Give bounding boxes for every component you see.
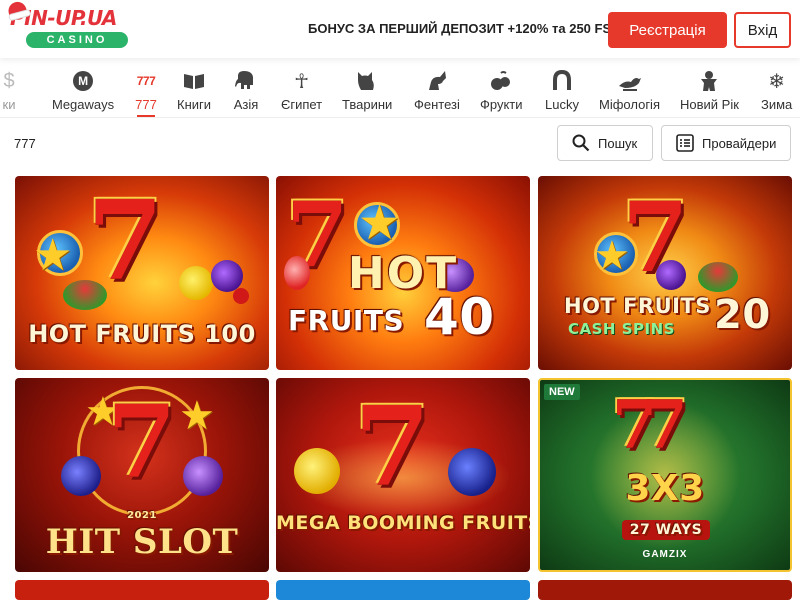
game-title: HIT SLOT — [45, 522, 239, 562]
providers-label: Провайдери — [702, 135, 777, 151]
category-item-fruits[interactable]: Фрукти — [480, 68, 523, 117]
game-card-partial[interactable] — [15, 580, 269, 600]
game-card-mega-booming-fruits[interactable]: 7 MEGA BOOMING FRUITS — [276, 378, 530, 572]
cat-icon — [354, 68, 380, 94]
register-button[interactable]: Реєстрація — [608, 12, 727, 48]
game-card-hit-slot[interactable]: ★ ★ 7 2021 HIT SLOT — [15, 378, 269, 572]
gingerbread-icon — [696, 68, 722, 94]
provider-label: GAMZIX — [642, 549, 688, 560]
search-label: Пошук — [598, 135, 638, 151]
777-icon: 777 — [136, 74, 156, 88]
category-label: Зима — [761, 97, 793, 112]
category-label: Фентезі — [414, 97, 460, 112]
snowflake-icon: ❄ — [768, 70, 786, 93]
cut-off-icon: $ — [3, 69, 15, 92]
category-label: Азія — [233, 97, 259, 112]
category-label: ки — [2, 97, 16, 112]
game-title: 3X3 — [625, 468, 705, 509]
santa-hat-icon — [6, 0, 28, 19]
category-item-megaways[interactable]: M Megaways — [52, 68, 115, 117]
providers-button[interactable]: Провайдери — [661, 125, 791, 161]
page-title: 777 — [14, 136, 36, 151]
game-title-line2: FRUITS — [288, 304, 405, 337]
category-item-egypt[interactable]: ☥ Єгипет — [281, 68, 323, 117]
category-item-winter[interactable]: ❄ Зима — [761, 68, 793, 117]
category-label: Єгипет — [281, 97, 323, 112]
category-item-777[interactable]: 777 777 — [133, 68, 159, 117]
game-number: 20 — [714, 292, 771, 338]
megaways-icon: M — [70, 68, 96, 94]
elephant-icon — [233, 68, 259, 94]
game-card-hot-fruits-20[interactable]: ★ 7 HOT FRUITS CASH SPINS 20 — [538, 176, 792, 370]
category-label: Lucky — [545, 97, 579, 112]
game-card-partial[interactable] — [276, 580, 530, 600]
game-title: HOT FRUITS 100 — [28, 320, 256, 348]
category-label: Міфологія — [599, 97, 660, 112]
category-label: Megaways — [52, 97, 115, 112]
ankh-icon: ☥ — [294, 70, 310, 93]
category-item-asia[interactable]: Азія — [233, 68, 259, 117]
game-year: 2021 — [127, 510, 157, 521]
list-icon — [676, 134, 694, 152]
game-title: MEGA BOOMING FRUITS — [276, 512, 530, 534]
category-item-lucky[interactable]: Lucky — [545, 68, 579, 117]
lamp-icon — [617, 68, 643, 94]
category-item-books[interactable]: Книги — [177, 68, 212, 117]
game-number: 40 — [424, 288, 495, 346]
category-label: Фрукти — [480, 97, 523, 112]
bonus-banner-text[interactable]: БОНУС ЗА ПЕРШИЙ ДЕПОЗИТ +120% та 250 FS — [308, 21, 611, 36]
category-label: Книги — [177, 97, 212, 112]
game-artwork: 7 — [276, 378, 530, 572]
category-label: Новий Рік — [680, 97, 739, 112]
category-label: 777 — [135, 97, 157, 112]
header: PIN-UP.UA CASINO БОНУС ЗА ПЕРШИЙ ДЕПОЗИТ… — [0, 0, 800, 58]
unicorn-icon — [424, 68, 450, 94]
category-item-cut[interactable]: $ ки — [0, 68, 22, 117]
category-item-animals[interactable]: Тварини — [342, 68, 393, 117]
game-card-hot-fruits-40[interactable]: ★ 7 HOT FRUITS 40 — [276, 176, 530, 370]
game-subtitle: CASH SPINS — [568, 320, 675, 338]
category-item-new-year[interactable]: Новий Рік — [680, 68, 739, 117]
game-title: HOT FRUITS — [564, 294, 711, 318]
search-button[interactable]: Пошук — [557, 125, 653, 161]
game-artwork: ★ 7 — [538, 176, 792, 370]
logo-subtitle: CASINO — [26, 32, 128, 48]
category-bar[interactable]: $ ки M Megaways 777 777 Книги Азія ☥ Єги… — [0, 62, 800, 118]
book-icon — [181, 68, 207, 94]
game-card-partial[interactable] — [538, 580, 792, 600]
fruits-icon — [488, 68, 514, 94]
category-item-mythology[interactable]: Міфологія — [599, 68, 660, 117]
game-card-hot-fruits-100[interactable]: ★ 7 HOT FRUITS 100 — [15, 176, 269, 370]
new-badge: NEW — [544, 384, 580, 400]
game-subtitle: 27 WAYS — [622, 520, 710, 540]
game-card-3x3-27-ways[interactable]: 77 NEW 3X3 27 WAYS GAMZIX — [538, 378, 792, 572]
login-button[interactable]: Вхід — [734, 12, 791, 48]
category-item-fantasy[interactable]: Фентезі — [414, 68, 460, 117]
search-icon — [572, 134, 590, 152]
logo[interactable]: PIN-UP.UA CASINO — [6, 0, 128, 48]
horseshoe-icon — [549, 68, 575, 94]
category-label: Тварини — [342, 97, 393, 112]
